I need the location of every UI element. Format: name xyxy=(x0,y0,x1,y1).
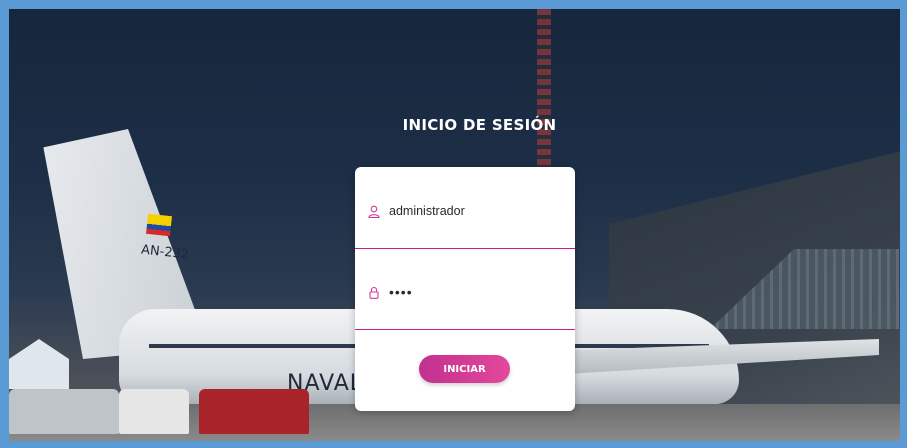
flag-icon xyxy=(146,213,172,237)
radio-mast xyxy=(537,9,551,184)
username-field[interactable]: administrador xyxy=(355,191,575,231)
car xyxy=(199,389,309,434)
lock-icon xyxy=(367,284,381,300)
username-value[interactable]: administrador xyxy=(389,204,465,218)
password-value[interactable]: •••• xyxy=(389,284,413,300)
car xyxy=(119,389,189,434)
tent xyxy=(9,339,69,389)
username-underline xyxy=(355,248,575,249)
login-button[interactable]: INICIAR xyxy=(419,355,510,383)
login-card: administrador •••• INICIAR xyxy=(355,167,575,411)
user-icon xyxy=(367,203,381,219)
password-underline xyxy=(355,329,575,330)
login-title: INICIO DE SESIÓN xyxy=(402,116,557,134)
window-frame: AN-232 NAVAL INICIO DE SESIÓN administra… xyxy=(0,0,907,448)
car xyxy=(9,389,119,434)
password-field[interactable]: •••• xyxy=(355,272,575,312)
